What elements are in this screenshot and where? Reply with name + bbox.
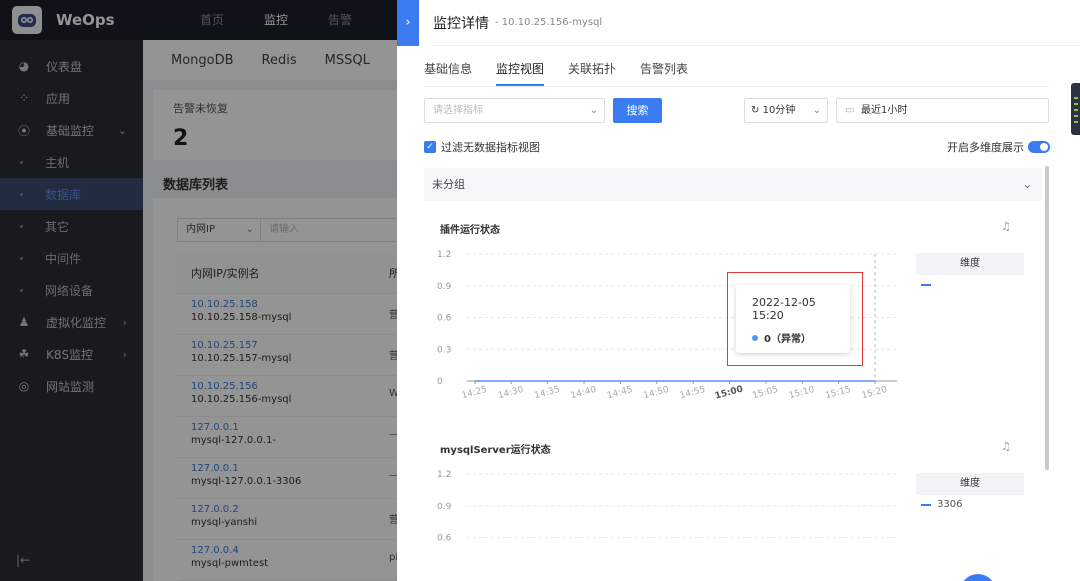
x-tick-label: 14:50 [642,385,670,401]
refresh-interval-select[interactable]: ↻ 10分钟 ⌄ [744,98,828,123]
x-tick-label: 15:10 [788,385,816,401]
y-tick-label: 0 [437,377,443,387]
x-tick-label: 14:40 [570,385,598,401]
x-tick-label: 15:00 [714,385,744,402]
filter-no-data-label: 过滤无数据指标视图 [441,141,540,154]
filter-no-data-checkbox[interactable]: ✓ 过滤无数据指标视图 [424,139,540,155]
x-tick-label: 14:55 [679,385,707,401]
legend-swatch [921,284,931,286]
legend-label: 3306 [937,499,963,510]
chart-tooltip: 2022-12-05 15:20 0（异常） [736,285,850,353]
chevron-down-icon: ⌄ [812,105,821,116]
y-tick-label: 1.2 [437,250,451,260]
metric-select[interactable]: 请选择指标 ⌄ [424,98,605,123]
legend-item[interactable] [921,284,937,286]
drawer-subtitle: - 10.10.25.156-mysql [495,17,603,28]
multi-dimension-label: 开启多维度展示 [947,141,1024,154]
group-label: 未分组 [432,178,465,191]
x-tick-label: 14:35 [533,385,561,401]
legend-item[interactable]: 3306 [921,499,962,510]
tabs-divider [424,86,1049,87]
floating-action-button[interactable] [960,574,996,581]
multi-dimension-switch[interactable]: 开启多维度展示 [947,139,1050,155]
drawer-tabs: 基础信息 监控视图 关联拓扑 告警列表 [424,60,712,86]
y-tick-label: 0.9 [437,502,452,512]
calendar-icon: ▭ [845,105,855,116]
x-tick-label: 14:45 [606,385,634,401]
bell-icon[interactable]: ♫ [1001,440,1011,453]
y-tick-label: 0.9 [437,282,452,292]
time-range-picker[interactable]: ▭ 最近1小时 [836,98,1049,123]
x-tick-label: 14:30 [497,385,525,401]
tab-alert-list[interactable]: 告警列表 [640,60,688,86]
search-button[interactable]: 搜索 [613,98,662,123]
drawer-header: 监控详情 - 10.10.25.156-mysql [433,0,1080,46]
chart-mysqlserver-status: 0.6 0.9 1.2 [437,470,897,544]
y-tick-label: 1.2 [437,470,451,480]
tab-topology[interactable]: 关联拓扑 [568,60,616,86]
tooltip-time: 2022-12-05 15:20 [752,296,816,322]
monitor-detail-drawer: 监控详情 - 10.10.25.156-mysql 基础信息 监控视图 关联拓扑… [397,0,1080,581]
group-collapse-header[interactable]: 未分组 ⌄ [424,168,1042,201]
checkbox-checked-icon: ✓ [424,141,436,153]
metric-select-placeholder: 请选择指标 [433,105,483,116]
x-tick-label: 14:25 [461,385,489,401]
scrollbar-thumb[interactable] [1045,166,1049,470]
refresh-interval-value: 10分钟 [762,105,796,116]
modal-overlay[interactable] [0,0,397,581]
y-tick-label: 0.6 [437,314,452,324]
drawer-title: 监控详情 [433,15,489,32]
tab-basic-info[interactable]: 基础信息 [424,60,472,86]
drawer-collapse-button[interactable]: › [397,0,419,46]
x-tick-label: 15:15 [824,385,852,401]
series-dot-icon [752,334,758,341]
dimension-header: 维度 [916,253,1024,275]
app-root: WeOps 首页 监控 告警 ◕ 仪表盘 ⁘ 应用 ⦿ 基础监控 ⌄ 主机 数据… [0,0,1080,581]
tooltip-value-row: 0（异常） [752,330,811,345]
y-tick-label: 0.6 [437,534,452,544]
tab-monitor-view[interactable]: 监控视图 [496,60,545,86]
x-tick-label: 15:20 [861,385,889,401]
legend-swatch [921,503,931,506]
bell-icon[interactable]: ♫ [1001,220,1011,233]
chevron-down-icon: ⌄ [1022,178,1032,191]
chart-title: 插件运行状态 [440,225,500,236]
tooltip-value: 0（异常） [764,334,811,345]
toggle-on-icon[interactable] [1028,141,1050,153]
side-widget[interactable] [1071,83,1080,135]
chart-title: mysqlServer运行状态 [440,445,551,456]
x-tick-label: 15:05 [752,385,780,401]
chevron-down-icon: ⌄ [589,105,598,116]
time-range-value: 最近1小时 [861,105,908,116]
dimension-header: 维度 [916,473,1024,495]
y-tick-label: 0.3 [437,345,451,355]
refresh-icon: ↻ [751,105,760,116]
